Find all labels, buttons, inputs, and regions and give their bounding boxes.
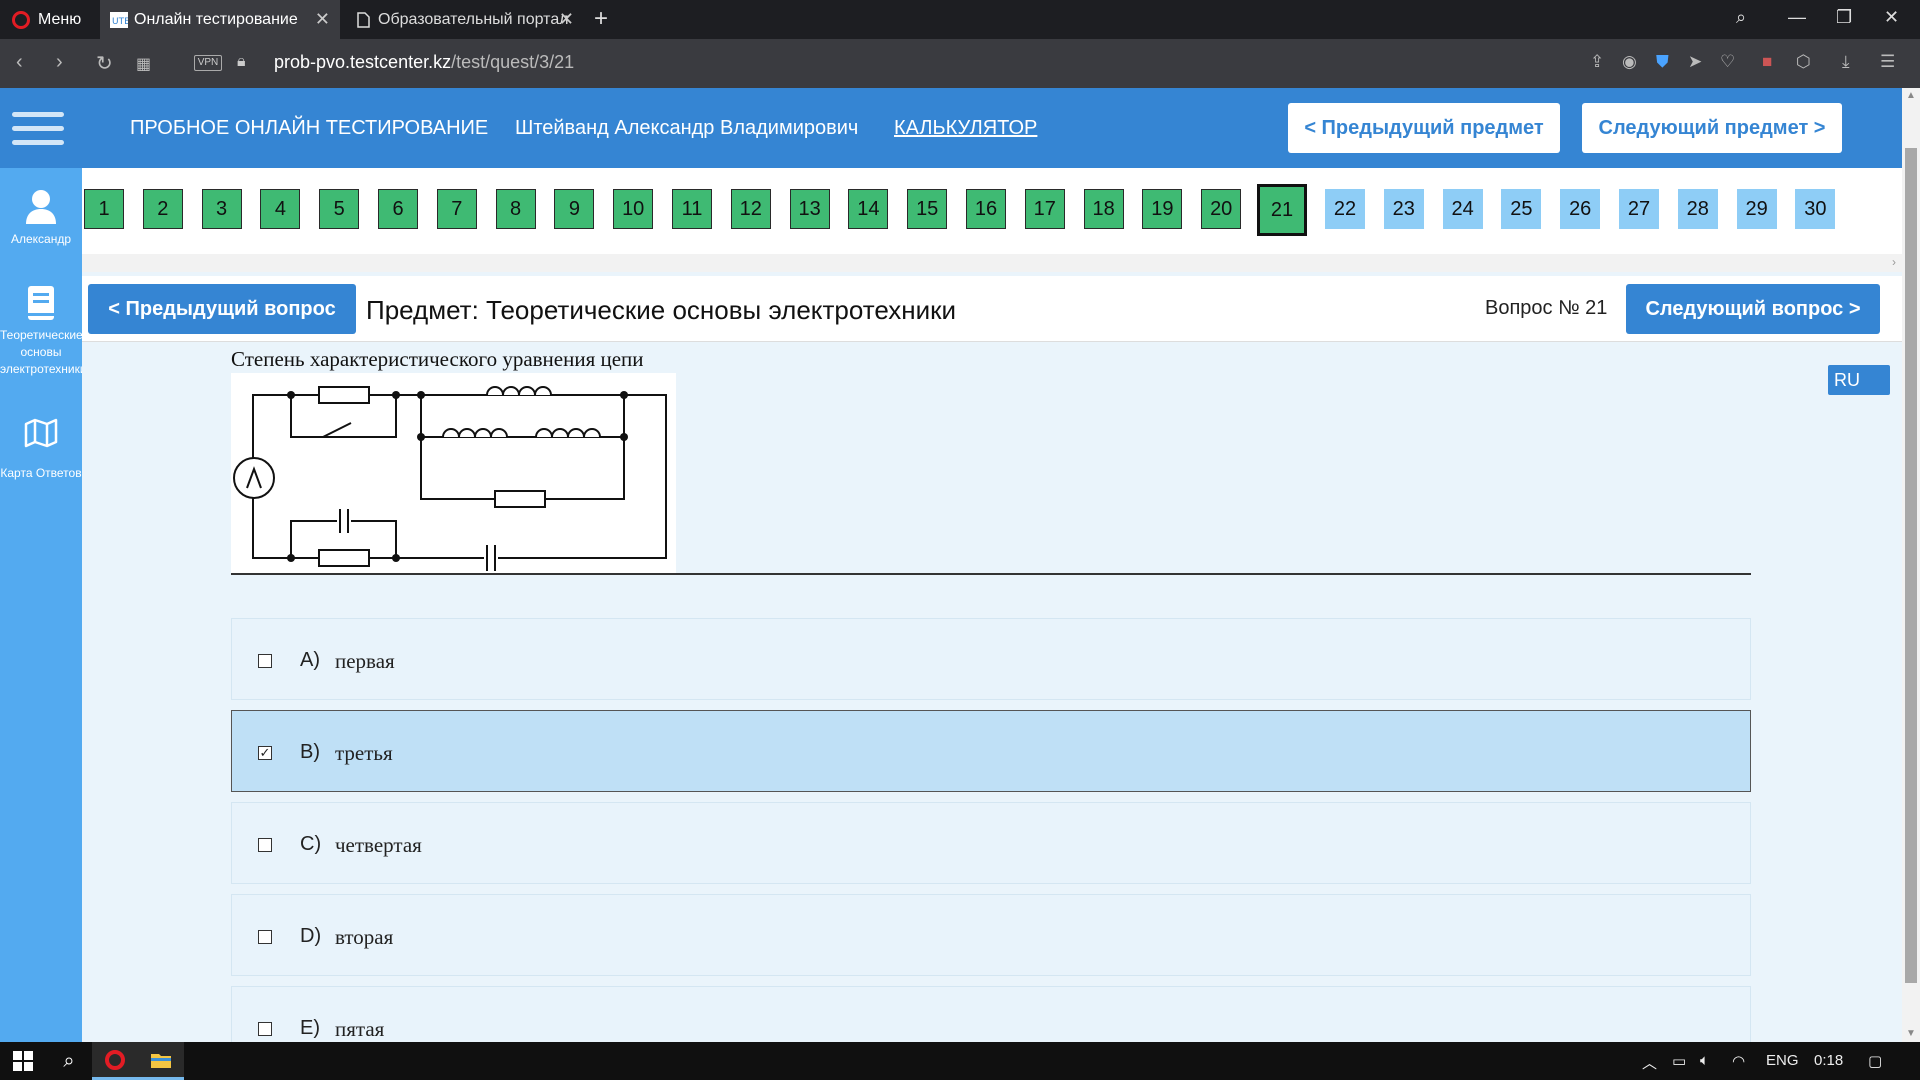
answer-letter: D) (300, 925, 322, 947)
file-explorer-taskbar-button[interactable] (138, 1042, 184, 1080)
answer-letter: C) (300, 833, 322, 855)
search-icon: ⌕ (63, 1049, 75, 1072)
answer-letter: B) (300, 741, 320, 763)
notifications-icon[interactable]: ▢ (1868, 1052, 1882, 1070)
answer-list: A) первая ✓ B) третья C) четвертая D) вторая E) пя… (0, 0, 1902, 1042)
answer-text: четвертая (335, 833, 422, 857)
clock[interactable]: 0:18 (1814, 1052, 1843, 1069)
answer-text: пятая (335, 1017, 385, 1041)
show-hidden-icons-icon[interactable]: ︿ (1642, 1052, 1657, 1073)
volume-icon[interactable]: 🔈︎ (1700, 1052, 1709, 1069)
answer-checkbox[interactable] (258, 1022, 272, 1036)
answer-text: вторая (335, 925, 394, 949)
answer-option[interactable]: E) пятая (231, 986, 1751, 1042)
answer-option[interactable]: C) четвертая (231, 802, 1751, 884)
answer-checkbox[interactable]: ✓ (258, 746, 272, 760)
answer-option[interactable]: ✓ B) третья (231, 710, 1751, 792)
answer-letter: E) (300, 1017, 320, 1039)
answer-option[interactable]: D) вторая (231, 894, 1751, 976)
answer-text: первая (335, 649, 395, 673)
answer-checkbox[interactable] (258, 838, 272, 852)
search-taskbar-button[interactable]: ⌕ (46, 1042, 92, 1080)
wifi-icon[interactable]: ◠ (1732, 1052, 1745, 1070)
answer-checkbox[interactable] (258, 654, 272, 668)
scroll-up-icon[interactable]: ▲ (1906, 90, 1916, 101)
windows-logo-icon (13, 1051, 33, 1071)
scroll-down-icon[interactable]: ▼ (1906, 1028, 1916, 1039)
opera-taskbar-button[interactable] (92, 1042, 138, 1080)
answer-option[interactable]: A) первая (231, 618, 1751, 700)
start-button[interactable] (0, 1042, 46, 1080)
battery-icon[interactable]: ▭ (1672, 1052, 1686, 1070)
page-scrollbar[interactable]: ▲ ▼ (1902, 88, 1920, 1042)
answer-letter: A) (300, 649, 320, 671)
scrollbar-thumb[interactable] (1905, 148, 1917, 983)
folder-icon (151, 1053, 171, 1068)
language-indicator[interactable]: ENG (1766, 1052, 1799, 1069)
windows-taskbar: ⌕ ︿ ▭ 🔈︎ ◠ ENG 0:18 ▢ (0, 1042, 1920, 1080)
answer-checkbox[interactable] (258, 930, 272, 944)
answer-text: третья (335, 741, 393, 765)
opera-logo-icon (105, 1049, 125, 1070)
